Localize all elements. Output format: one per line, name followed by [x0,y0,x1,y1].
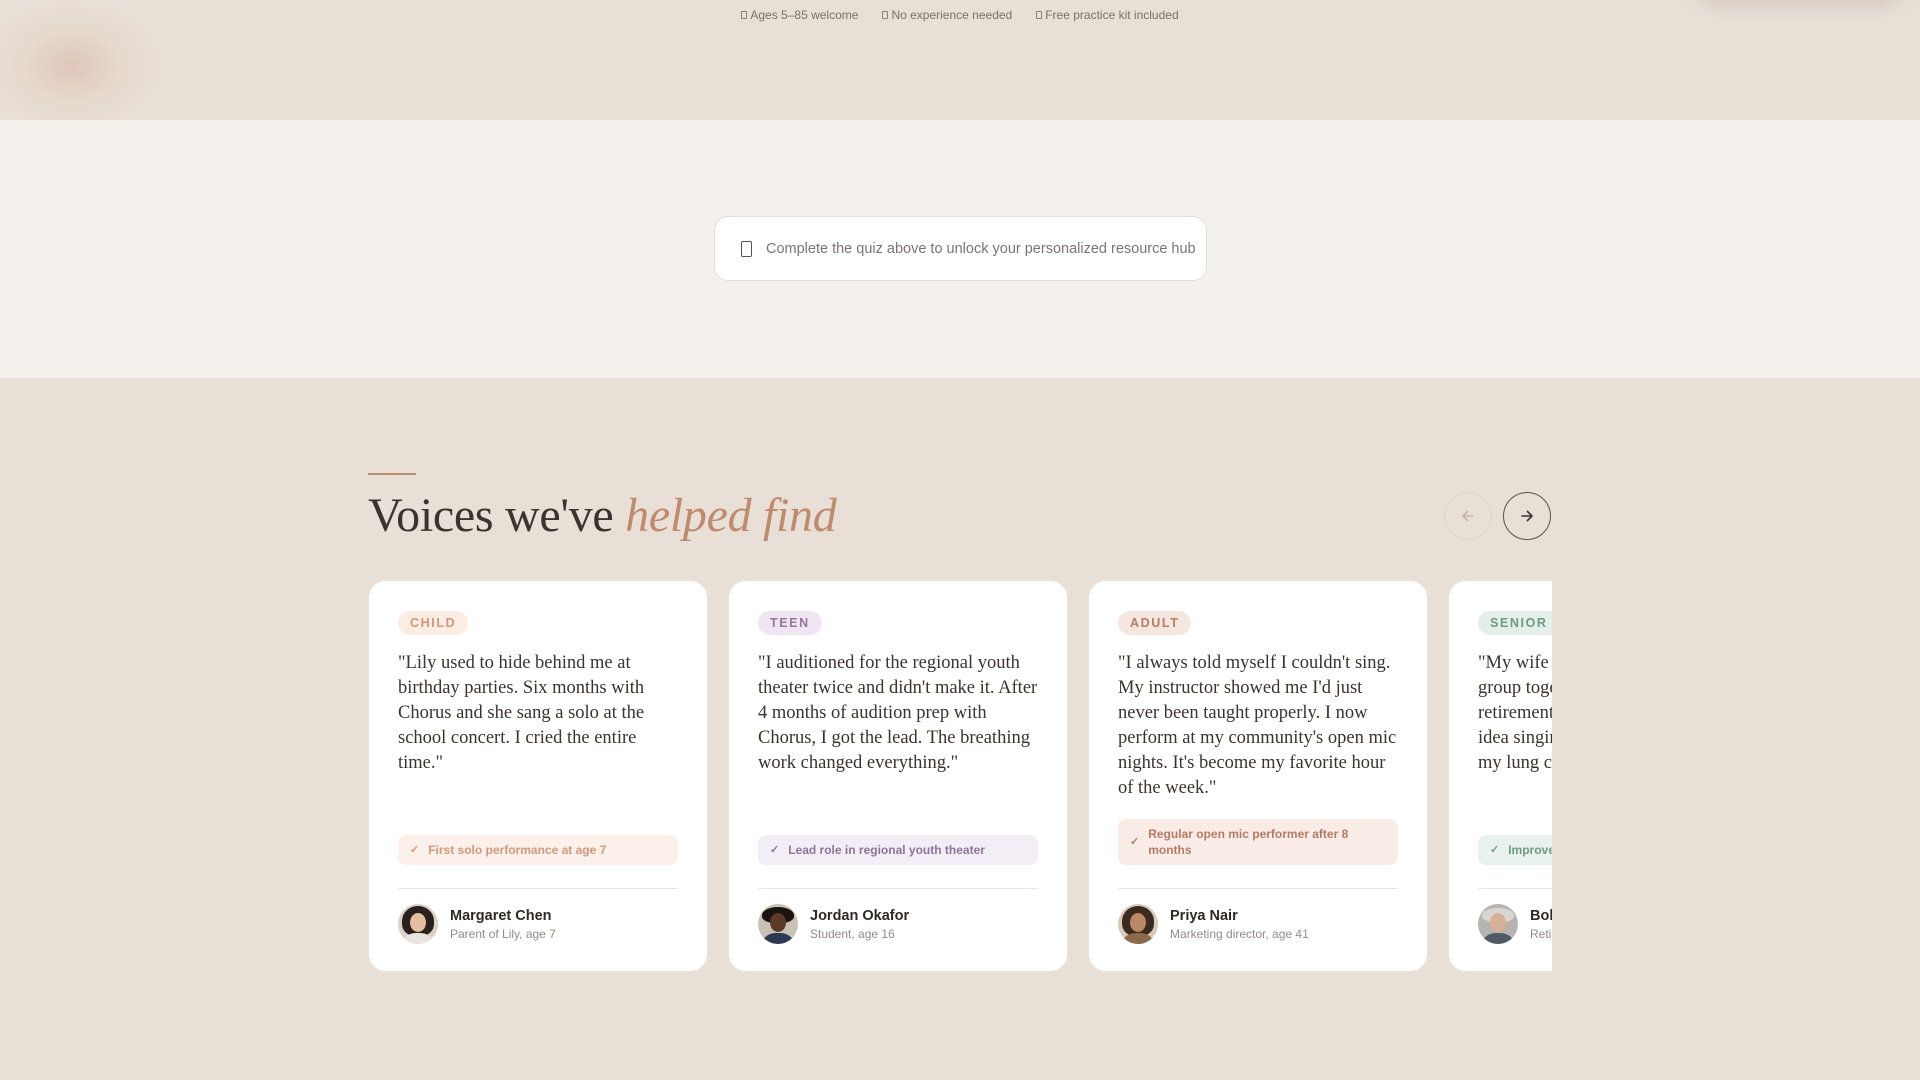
testimonial-carousel[interactable]: CHILD "Lily used to hide behind me at bi… [368,580,1552,974]
trust-item-label: No experience needed [891,8,1013,22]
trust-item-label: Ages 5–85 welcome [750,8,859,22]
testimonials-section: Voices we've helped find CHILD "Lily use… [0,378,1920,1080]
trust-item-experience: No experience needed [882,8,1012,22]
trust-indicators: Ages 5–85 welcome No experience needed F… [0,8,1920,22]
person-info: Bob Hartley Retired teacher, age 72 [1478,904,1552,944]
arrow-left-icon [1462,510,1474,522]
person-info: Jordan Okafor Student, age 16 [758,904,909,944]
lock-icon [741,240,752,257]
person-name: Bob Hartley [1530,907,1552,924]
category-badge: ADULT [1118,611,1192,635]
section-title-accent: helped find [625,489,837,542]
testimonial-card: SENIOR "My wife and I joined a harmony g… [1448,580,1552,972]
result-highlight: ✓ Regular open mic performer after 8 mon… [1118,819,1398,865]
testimonial-quote: "My wife and I joined a harmony group to… [1478,653,1552,773]
person-name: Margaret Chen [450,907,552,924]
result-text: Improved lung capacity and joy [1508,843,1552,857]
category-badge: SENIOR [1478,611,1552,635]
testimonial-card: TEEN "I auditioned for the regional yout… [728,580,1068,972]
person-name: Priya Nair [1170,907,1238,924]
check-icon [1036,11,1043,19]
trust-item-label: Free practice kit included [1045,8,1179,22]
testimonial-quote: "I always told myself I couldn't sing. M… [1118,653,1397,798]
card-divider [1478,888,1552,889]
result-highlight: ✓ First solo performance at age 7 [398,835,678,865]
locked-hub-notice: Complete the quiz above to unlock your p… [714,216,1207,281]
avatar [398,904,438,944]
trust-item-ages: Ages 5–85 welcome [741,8,858,22]
trust-item-kit: Free practice kit included [1036,8,1179,22]
carousel-prev-button[interactable] [1444,492,1492,540]
arrow-right-icon [1521,510,1533,522]
checkmark-icon: ✓ [410,844,420,856]
person-name: Jordan Okafor [810,907,910,924]
avatar [1118,904,1158,944]
locked-hub-message: Complete the quiz above to unlock your p… [766,240,1196,257]
card-divider [398,888,678,889]
result-highlight: ✓ Lead role in regional youth theater [758,835,1038,865]
category-badge: CHILD [398,611,469,635]
testimonial-quote: "I auditioned for the regional youth the… [758,653,1038,773]
checkmark-icon: ✓ [1490,844,1500,856]
result-highlight: ✓ Improved lung capacity and joy [1478,835,1552,865]
carousel-next-button[interactable] [1503,492,1551,540]
card-divider [758,888,1038,889]
section-title-main: Voices we've [368,489,626,542]
person-info: Priya Nair Marketing director, age 41 [1118,904,1309,944]
checkmark-icon: ✓ [770,844,780,856]
testimonial-quote: "Lily used to hide behind me at birthday… [398,653,645,773]
hero-bottom-band: Ages 5–85 welcome No experience needed F… [0,0,1920,120]
person-meta: Parent of Lily, age 7 [450,926,556,941]
person-meta: Student, age 16 [810,926,895,941]
checkmark-icon: ✓ [1130,836,1140,848]
testimonial-card: CHILD "Lily used to hide behind me at bi… [368,580,708,972]
avatar [758,904,798,944]
category-badge: TEEN [758,611,822,635]
result-text: Lead role in regional youth theater [788,843,985,857]
person-info: Margaret Chen Parent of Lily, age 7 [398,904,556,944]
resource-hub-section: Complete the quiz above to unlock your p… [0,120,1920,378]
person-meta: Marketing director, age 41 [1170,926,1309,941]
check-icon [882,11,889,19]
result-text: First solo performance at age 7 [428,843,607,857]
section-accent-line [368,473,416,475]
testimonial-card: ADULT "I always told myself I couldn't s… [1088,580,1428,972]
check-icon [741,11,748,19]
result-text: Regular open mic performer after 8 month… [1148,827,1349,857]
avatar [1478,904,1518,944]
section-title: Voices we've helped find [368,488,837,543]
person-meta: Retired teacher, age 72 [1530,926,1552,941]
card-divider [1118,888,1398,889]
